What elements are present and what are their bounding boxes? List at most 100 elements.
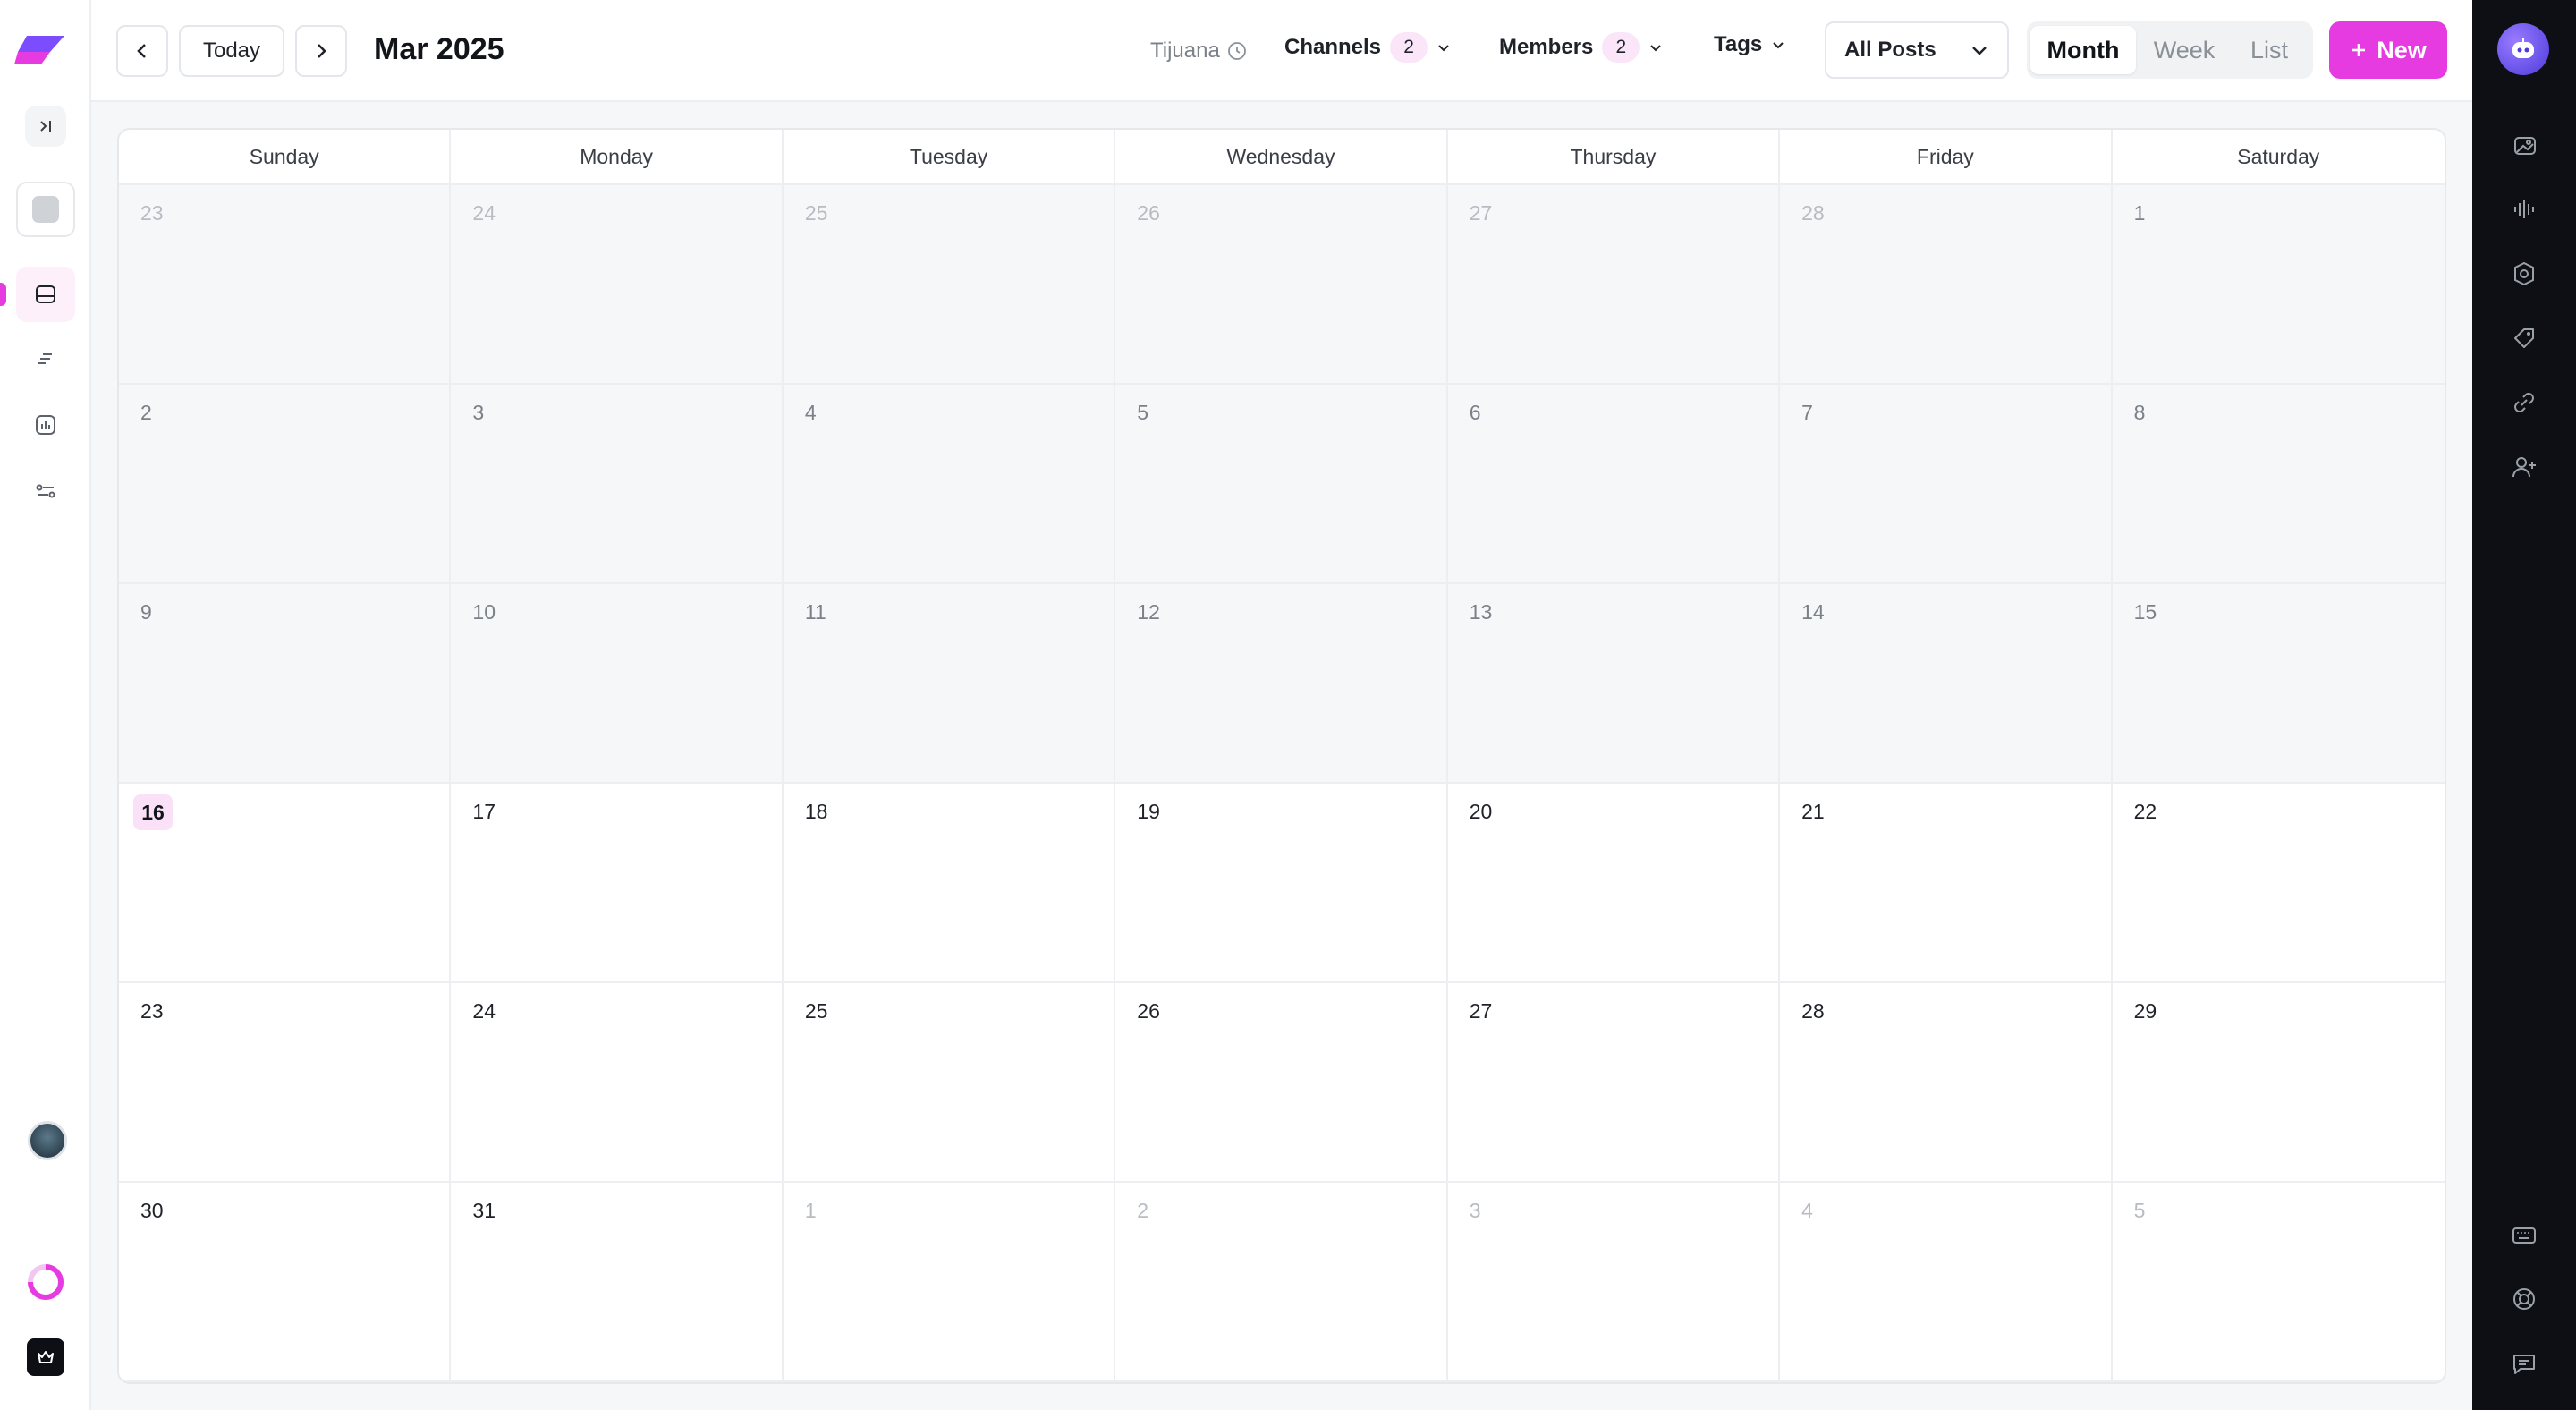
badge-icon bbox=[2514, 261, 2534, 286]
usage-progress-ring[interactable] bbox=[25, 1261, 66, 1303]
day-cell[interactable]: 26 bbox=[1115, 185, 1448, 385]
day-cell[interactable]: 20 bbox=[1447, 784, 1781, 983]
chevron-down-icon bbox=[1650, 45, 1662, 52]
chat-button[interactable] bbox=[2506, 1346, 2542, 1381]
view-switcher: Month Week List bbox=[2027, 21, 2313, 79]
day-cell[interactable]: 14 bbox=[1780, 584, 2113, 784]
timezone-indicator[interactable]: Tijuana bbox=[1150, 38, 1247, 64]
new-post-button[interactable]: New bbox=[2329, 21, 2447, 79]
media-library-button[interactable] bbox=[2506, 127, 2542, 163]
day-cell[interactable]: 5 bbox=[2112, 1183, 2445, 1382]
links-button[interactable] bbox=[2506, 385, 2542, 420]
day-number: 3 bbox=[472, 401, 485, 424]
day-cell[interactable]: 2 bbox=[1115, 1183, 1448, 1382]
day-cell[interactable]: 1 bbox=[2112, 185, 2445, 385]
keyboard-shortcuts-button[interactable] bbox=[2506, 1217, 2542, 1253]
day-cell[interactable]: 12 bbox=[1115, 584, 1448, 784]
day-cell[interactable]: 27 bbox=[1447, 185, 1781, 385]
day-cell[interactable]: 6 bbox=[1447, 385, 1781, 584]
day-number: 25 bbox=[804, 999, 828, 1023]
day-number: 14 bbox=[1801, 600, 1825, 624]
weekday-label: Sunday bbox=[119, 130, 452, 183]
day-cell[interactable]: 26 bbox=[1115, 983, 1448, 1183]
day-cell[interactable]: 18 bbox=[783, 784, 1116, 983]
post-type-select[interactable]: All Posts bbox=[1825, 21, 2009, 79]
nav-item-settings[interactable] bbox=[16, 463, 75, 519]
timezone-label: Tijuana bbox=[1150, 38, 1220, 63]
day-cell[interactable]: 8 bbox=[2112, 385, 2445, 584]
day-number: 1 bbox=[2133, 201, 2146, 225]
nav-item-calendar[interactable] bbox=[16, 267, 75, 322]
day-cell[interactable]: 27 bbox=[1447, 983, 1781, 1183]
channels-filter[interactable]: Channels 2 bbox=[1284, 32, 1451, 63]
tags-button[interactable] bbox=[2506, 320, 2542, 356]
day-cell-today[interactable]: 16 bbox=[119, 784, 452, 983]
channels-count-badge: 2 bbox=[1390, 32, 1428, 63]
day-cell[interactable]: 3 bbox=[451, 385, 784, 584]
day-cell[interactable]: 28 bbox=[1780, 983, 2113, 1183]
app-logo-icon[interactable] bbox=[14, 30, 66, 66]
day-cell[interactable]: 4 bbox=[1780, 1183, 2113, 1382]
weekday-label: Tuesday bbox=[784, 130, 1116, 183]
day-cell[interactable]: 25 bbox=[783, 185, 1116, 385]
help-button[interactable] bbox=[2506, 1281, 2542, 1317]
tab-month[interactable]: Month bbox=[2030, 26, 2136, 74]
day-number: 29 bbox=[2133, 999, 2157, 1023]
day-number: 17 bbox=[472, 800, 496, 823]
day-cell[interactable]: 19 bbox=[1115, 784, 1448, 983]
day-cell[interactable]: 7 bbox=[1780, 385, 2113, 584]
month-calendar: Sunday Monday Tuesday Wednesday Thursday… bbox=[117, 128, 2446, 1384]
day-cell[interactable]: 11 bbox=[783, 584, 1116, 784]
day-cell[interactable]: 22 bbox=[2112, 784, 2445, 983]
user-avatar[interactable] bbox=[28, 1121, 67, 1160]
next-month-button[interactable] bbox=[295, 25, 347, 77]
day-number: 3 bbox=[1469, 1199, 1481, 1222]
workspace-switcher-button[interactable] bbox=[16, 182, 75, 237]
day-cell[interactable]: 21 bbox=[1780, 784, 2113, 983]
day-cell[interactable]: 24 bbox=[451, 185, 784, 385]
nav-item-analytics[interactable] bbox=[16, 397, 75, 453]
tags-filter[interactable]: Tags bbox=[1714, 32, 1785, 57]
day-cell[interactable]: 5 bbox=[1115, 385, 1448, 584]
day-number: 13 bbox=[1469, 600, 1493, 624]
help-lifebuoy-icon bbox=[2513, 1288, 2535, 1310]
upgrade-button[interactable] bbox=[27, 1338, 64, 1376]
day-cell[interactable]: 25 bbox=[783, 983, 1116, 1183]
day-cell[interactable]: 17 bbox=[451, 784, 784, 983]
day-cell[interactable]: 10 bbox=[451, 584, 784, 784]
day-cell[interactable]: 29 bbox=[2112, 983, 2445, 1183]
day-cell[interactable]: 23 bbox=[119, 185, 452, 385]
chat-icon bbox=[2513, 1355, 2535, 1374]
day-cell[interactable]: 1 bbox=[783, 1183, 1116, 1382]
day-cell[interactable]: 31 bbox=[451, 1183, 784, 1382]
tab-list[interactable]: List bbox=[2233, 26, 2306, 74]
day-cell[interactable]: 4 bbox=[783, 385, 1116, 584]
members-filter[interactable]: Members 2 bbox=[1499, 32, 1663, 63]
assistant-bot-icon[interactable] bbox=[2497, 23, 2549, 75]
badge-button[interactable] bbox=[2506, 256, 2542, 292]
chevron-right-icon bbox=[318, 44, 326, 58]
day-number: 11 bbox=[804, 600, 826, 624]
invite-member-button[interactable] bbox=[2506, 449, 2542, 485]
audio-button[interactable] bbox=[2506, 191, 2542, 227]
nav-item-posts[interactable] bbox=[16, 331, 75, 386]
day-cell[interactable]: 24 bbox=[451, 983, 784, 1183]
day-cell[interactable]: 23 bbox=[119, 983, 452, 1183]
day-cell[interactable]: 15 bbox=[2112, 584, 2445, 784]
day-cell[interactable]: 3 bbox=[1447, 1183, 1781, 1382]
collapse-sidebar-button[interactable] bbox=[25, 106, 66, 147]
day-cell[interactable]: 28 bbox=[1780, 185, 2113, 385]
day-number: 5 bbox=[2133, 1199, 2146, 1222]
day-cell[interactable]: 9 bbox=[119, 584, 452, 784]
tab-week[interactable]: Week bbox=[2140, 26, 2229, 74]
settings-sliders-icon bbox=[36, 484, 55, 498]
chevron-down-icon bbox=[1438, 45, 1449, 52]
day-cell[interactable]: 30 bbox=[119, 1183, 452, 1382]
day-cell[interactable]: 2 bbox=[119, 385, 452, 584]
day-number: 19 bbox=[1137, 800, 1160, 823]
day-number: 28 bbox=[1801, 201, 1825, 225]
today-button[interactable]: Today bbox=[179, 25, 284, 77]
previous-month-button[interactable] bbox=[116, 25, 168, 77]
day-cell[interactable]: 13 bbox=[1447, 584, 1781, 784]
day-number: 25 bbox=[804, 201, 828, 225]
